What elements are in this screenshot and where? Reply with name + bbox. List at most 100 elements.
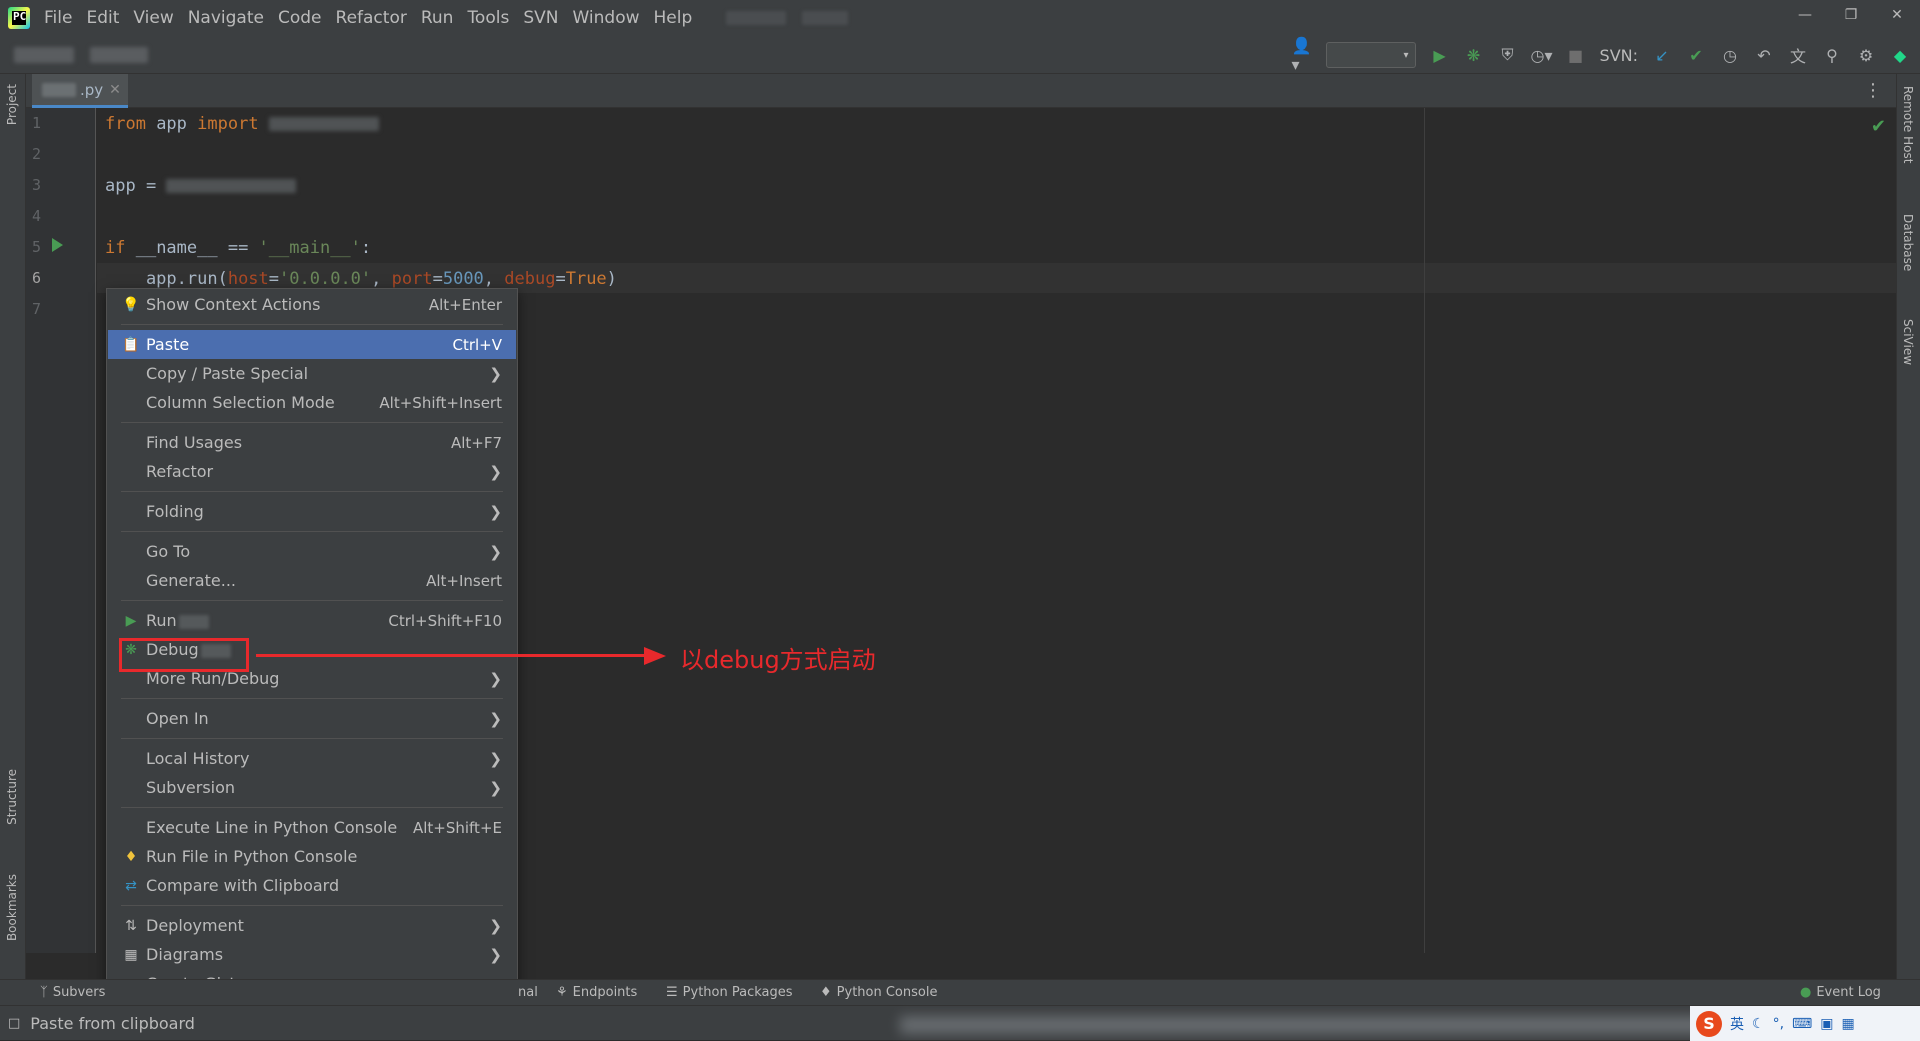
menu-item-refactor[interactable]: Refactor ❯ (108, 457, 516, 486)
title-menu-bar: PC File Edit View Navigate Code Refactor… (0, 0, 1920, 36)
menu-item-find-usages[interactable]: Find Usages Alt+F7 (108, 428, 516, 457)
debug-bug-icon[interactable]: ❋ (1464, 45, 1484, 65)
menu-item-run-file-python-console[interactable]: ♦ Run File in Python Console (108, 842, 516, 871)
status-bar-toggle-icon[interactable]: □ (8, 1016, 20, 1031)
main-toolbar: 👤▾ ▾ ▶ ❋ ⛨ ◷▾ ■ SVN: ↙ ✔ ◷ ↶ 文 ⚲ ⚙ ◆ (0, 36, 1920, 74)
python-console-tool-button[interactable]: ♦ Python Console (820, 985, 937, 1000)
user-account-icon[interactable]: 👤▾ (1292, 36, 1312, 74)
python-packages-tool-button[interactable]: ☰ Python Packages (666, 985, 793, 1000)
menu-item-open-in[interactable]: Open In ❯ (108, 704, 516, 733)
breadcrumb-file[interactable] (90, 46, 148, 63)
lightbulb-icon: 💡 (122, 296, 140, 313)
submenu-arrow-icon: ❯ (489, 778, 502, 797)
menu-tools[interactable]: Tools (467, 8, 519, 28)
svn-rollback-icon[interactable]: ↶ (1754, 45, 1774, 65)
menu-refactor[interactable]: Refactor (336, 8, 417, 28)
menu-item-folding[interactable]: Folding ❯ (108, 497, 516, 526)
menu-item-go-to[interactable]: Go To ❯ (108, 537, 516, 566)
menu-window[interactable]: Window (572, 8, 649, 28)
ime-language-label[interactable]: 英 (1730, 1014, 1744, 1034)
ime-punctuation-icon[interactable]: °, (1773, 1016, 1784, 1032)
settings-gear-icon[interactable]: ⚙ (1856, 45, 1876, 65)
code-line-5: if __name__ == '__main__': (105, 238, 372, 258)
ime-keyboard-icon[interactable]: ⌨ (1792, 1016, 1812, 1032)
menu-code[interactable]: Code (278, 8, 332, 28)
menu-item-generate[interactable]: Generate... Alt+Insert (108, 566, 516, 595)
ime-menu-icon[interactable]: ▦ (1841, 1016, 1854, 1032)
editor-tab-main-py[interactable]: .py ✕ (32, 74, 128, 108)
menu-svn[interactable]: SVN (523, 8, 568, 28)
submenu-arrow-icon: ❯ (489, 502, 502, 521)
sogou-ime-icon[interactable]: S (1696, 1010, 1722, 1037)
coverage-icon[interactable]: ⛨ (1498, 45, 1518, 65)
structure-tool-tab[interactable]: Structure (5, 769, 19, 825)
svn-update-icon[interactable]: ↙ (1652, 45, 1672, 65)
menu-item-subversion[interactable]: Subversion ❯ (108, 773, 516, 802)
code-line-1: from app import (105, 109, 379, 139)
menu-item-diagrams[interactable]: ▦ Diagrams ❯ (108, 940, 516, 969)
code-line-3: app = (105, 171, 297, 201)
inspection-ok-icon[interactable]: ✔ (1871, 116, 1886, 137)
run-icon[interactable]: ▶ (1430, 45, 1450, 65)
menu-separator (121, 698, 503, 699)
sciview-tool-tab[interactable]: SciView (1901, 319, 1915, 365)
menu-item-deployment[interactable]: ⇅ Deployment ❯ (108, 911, 516, 940)
line-number: 2 (32, 145, 42, 163)
right-tool-strip: Remote Host Database SciView (1896, 74, 1920, 979)
pycharm-logo-icon: PC (8, 7, 30, 29)
menu-file[interactable]: File (44, 8, 82, 28)
menu-help[interactable]: Help (654, 8, 703, 28)
svn-label: SVN: (1599, 45, 1638, 65)
profile-icon[interactable]: ◷▾ (1531, 45, 1553, 65)
blurred-tab-filename (42, 82, 76, 97)
menu-item-execute-line-python-console[interactable]: Execute Line in Python Console Alt+Shift… (108, 813, 516, 842)
ime-toolbar: S 英 ☾ °, ⌨ ▣ ▦ (1690, 1006, 1920, 1041)
menu-item-paste[interactable]: 📋 Paste Ctrl+V (108, 330, 516, 359)
event-log-icon: ● (1800, 985, 1812, 1000)
search-icon[interactable]: ⚲ (1822, 45, 1842, 65)
ime-skin-icon[interactable]: ▣ (1820, 1016, 1833, 1032)
svn-commit-icon[interactable]: ✔ (1686, 45, 1706, 65)
terminal-tool-button[interactable]: nal (518, 985, 538, 1000)
tab-close-icon[interactable]: ✕ (109, 82, 121, 98)
event-log-tool-button[interactable]: ● Event Log (1800, 985, 1881, 1000)
menu-separator (121, 807, 503, 808)
menu-item-show-context-actions[interactable]: 💡 Show Context Actions Alt+Enter (108, 290, 516, 319)
restore-button[interactable]: ❐ (1828, 0, 1874, 30)
menu-item-run[interactable]: ▶ Run Ctrl+Shift+F10 (108, 606, 516, 635)
close-window-button[interactable]: ✕ (1874, 0, 1920, 30)
breadcrumb-project[interactable] (14, 46, 74, 63)
minimize-button[interactable]: — (1782, 0, 1828, 30)
menu-item-column-selection-mode[interactable]: Column Selection Mode Alt+Shift+Insert (108, 388, 516, 417)
menu-item-compare-with-clipboard[interactable]: ⇄ Compare with Clipboard (108, 871, 516, 900)
bottom-tool-window-bar: ᛉ Subvers nal ⚘ Endpoints ☰ Python Packages… (0, 979, 1920, 1005)
menu-run[interactable]: Run (421, 8, 464, 28)
menu-item-copy-paste-special[interactable]: Copy / Paste Special ❯ (108, 359, 516, 388)
menu-item-local-history[interactable]: Local History ❯ (108, 744, 516, 773)
remote-host-tool-tab[interactable]: Remote Host (1901, 86, 1915, 163)
subversion-tool-button[interactable]: ᛉ Subvers (40, 985, 105, 1000)
debug-highlight-box (119, 638, 249, 672)
gutter-run-icon[interactable] (52, 238, 63, 252)
more-options-icon[interactable]: ⋮ (1864, 80, 1882, 101)
python-logo-icon: ♦ (124, 848, 138, 865)
blurred-project-name (726, 11, 787, 25)
bookmarks-tool-tab[interactable]: Bookmarks (5, 874, 19, 941)
project-tool-tab[interactable]: Project (5, 84, 19, 125)
menu-edit[interactable]: Edit (86, 8, 129, 28)
svn-history-icon[interactable]: ◷ (1720, 45, 1740, 65)
clipboard-paste-icon: 📋 (122, 336, 140, 353)
menu-view[interactable]: View (133, 8, 183, 28)
run-configuration-select[interactable]: ▾ (1325, 42, 1416, 68)
stop-icon[interactable]: ■ (1566, 45, 1586, 65)
database-tool-tab[interactable]: Database (1901, 214, 1915, 271)
menu-navigate[interactable]: Navigate (188, 8, 274, 28)
blurred-file-name (802, 11, 849, 25)
menu-separator (121, 531, 503, 532)
endpoints-tool-button[interactable]: ⚘ Endpoints (556, 985, 637, 1000)
status-bar: □ Paste from clipboard S 英 ☾ °, ⌨ ▣ ▦ (0, 1005, 1920, 1041)
blurred-status-info (900, 1016, 1720, 1034)
translate-icon[interactable]: 文 (1788, 45, 1808, 66)
jetbrains-toolbox-icon[interactable]: ◆ (1890, 45, 1910, 65)
ime-moon-icon[interactable]: ☾ (1752, 1016, 1765, 1032)
